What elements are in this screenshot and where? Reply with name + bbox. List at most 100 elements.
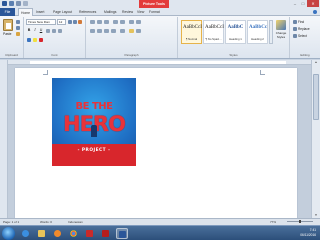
tab-view[interactable]: View [137,8,144,16]
hero-project-image[interactable]: BE THE HERO - PROJECT - [52,78,136,166]
find-icon [293,20,297,24]
style-heading-2[interactable]: AaBbCc Heading 2 [247,20,268,44]
quick-access-toolbar [2,1,28,6]
word-app-icon[interactable] [2,1,7,6]
sort-icon[interactable] [129,20,134,24]
styles-gallery-scroll[interactable] [269,20,273,44]
align-center-icon[interactable] [97,29,102,33]
style-normal[interactable]: AaBbCcI ¶ Normal [181,20,202,44]
title-bar: Picture Tools – □ ✕ [0,0,320,8]
underline-button[interactable]: U [39,28,43,33]
style-sample: AaBbC [227,25,244,30]
ribbon: Paste Clipboard Times New Rom 12 B I U F… [0,16,320,59]
text-effects-icon[interactable] [27,38,31,42]
system-tray-clock[interactable]: 7:41 06/11/2016 [300,228,316,238]
style-name: ¶ No Spaci... [205,37,222,41]
find-label: Find [298,20,305,24]
justify-icon[interactable] [111,29,116,33]
format-painter-icon[interactable] [16,32,20,36]
poster-line-be-the: BE THE [75,101,113,112]
taskbar-acrobat-icon[interactable] [84,228,96,239]
taskbar-ie-icon[interactable] [20,228,32,239]
windows-taskbar: 7:41 06/11/2016 [0,225,320,240]
tab-page-layout[interactable]: Page Layout [53,8,72,16]
style-no-spacing[interactable]: AaBbCcI ¶ No Spaci... [203,20,224,44]
help-icon[interactable] [313,10,317,14]
taskbar-acrobat-2-icon[interactable] [100,228,112,239]
bold-button[interactable]: B [27,28,31,33]
poster-line-project: - PROJECT - [77,148,111,153]
paste-button-label[interactable]: Paste [3,32,11,36]
minimize-button[interactable]: – [291,0,299,7]
tab-home[interactable]: Home [18,8,34,16]
taskbar-word-icon[interactable] [116,228,128,239]
find-button[interactable]: Find [293,20,304,24]
styles-group-label: Styles [229,53,238,57]
vertical-scrollbar[interactable]: ▲ ▼ [311,60,320,218]
borders-icon[interactable] [136,29,141,33]
redo-icon[interactable] [23,1,28,6]
style-heading-1[interactable]: AaBbC Heading 1 [225,20,246,44]
replace-button[interactable]: Replace [293,27,310,31]
copy-icon[interactable] [16,26,20,30]
grow-font-icon[interactable] [68,20,72,24]
start-button[interactable] [2,227,15,240]
taskbar-chrome-icon[interactable] [68,228,80,239]
close-button[interactable]: ✕ [307,0,319,7]
strikethrough-icon[interactable] [46,29,50,33]
zoom-slider[interactable] [287,220,313,223]
maximize-button[interactable]: □ [299,0,307,7]
shading-icon[interactable] [129,29,134,33]
show-marks-icon[interactable] [136,20,141,24]
font-size-box[interactable]: 12 [57,19,66,25]
select-button[interactable]: Select [293,34,307,38]
shrink-font-icon[interactable] [73,20,77,24]
vertical-ruler [0,60,8,218]
taskbar-explorer-icon[interactable] [36,228,48,239]
italic-button[interactable]: I [33,28,37,33]
numbering-icon[interactable] [97,20,102,24]
zoom-slider-handle[interactable] [299,220,301,223]
tab-file[interactable]: File [0,8,15,16]
tab-mailings[interactable]: Mailings [104,8,116,16]
superscript-icon[interactable] [58,29,62,33]
tab-insert[interactable]: Insert [36,8,44,16]
line-spacing-icon[interactable] [120,29,125,33]
change-styles-icon [276,20,286,30]
style-name: Heading 1 [229,37,242,41]
paste-icon[interactable] [3,19,13,31]
select-label: Select [298,34,307,38]
increase-indent-icon[interactable] [120,20,125,24]
subscript-icon[interactable] [52,29,56,33]
clear-formatting-icon[interactable] [78,20,82,24]
ribbon-tabs: File Home Insert Page Layout References … [0,8,320,16]
replace-label: Replace [298,27,310,31]
style-name: ¶ Normal [185,37,198,41]
style-name: Heading 2 [251,37,264,41]
clock-date: 06/11/2016 [300,233,316,237]
style-sample: AaBbCc [249,25,268,30]
align-right-icon[interactable] [104,29,109,33]
taskbar-media-player-icon[interactable] [52,228,64,239]
picture-tools-context-tab: Picture Tools [139,0,169,8]
multilevel-list-icon[interactable] [104,20,109,24]
highlight-color-icon[interactable] [33,38,37,42]
cut-icon[interactable] [16,20,20,24]
scroll-up-icon[interactable]: ▲ [313,60,319,65]
decrease-indent-icon[interactable] [113,20,118,24]
tab-review[interactable]: Review [122,8,133,16]
scroll-thumb[interactable] [313,74,319,120]
change-styles-button[interactable]: Change Styles [274,20,288,39]
hero-figure-icon [91,125,97,137]
undo-icon[interactable] [16,1,21,6]
document-page[interactable]: BE THE HERO - PROJECT - [15,68,297,218]
bullets-icon[interactable] [90,20,95,24]
font-name-box[interactable]: Times New Rom [26,19,56,25]
change-styles-label: Change Styles [275,31,287,39]
font-color-icon[interactable] [39,38,43,42]
document-area[interactable]: BE THE HERO - PROJECT - [8,65,311,218]
tab-references[interactable]: References [79,8,96,16]
tab-format[interactable]: Format [149,8,160,16]
align-left-icon[interactable] [90,29,95,33]
save-icon[interactable] [9,1,14,6]
